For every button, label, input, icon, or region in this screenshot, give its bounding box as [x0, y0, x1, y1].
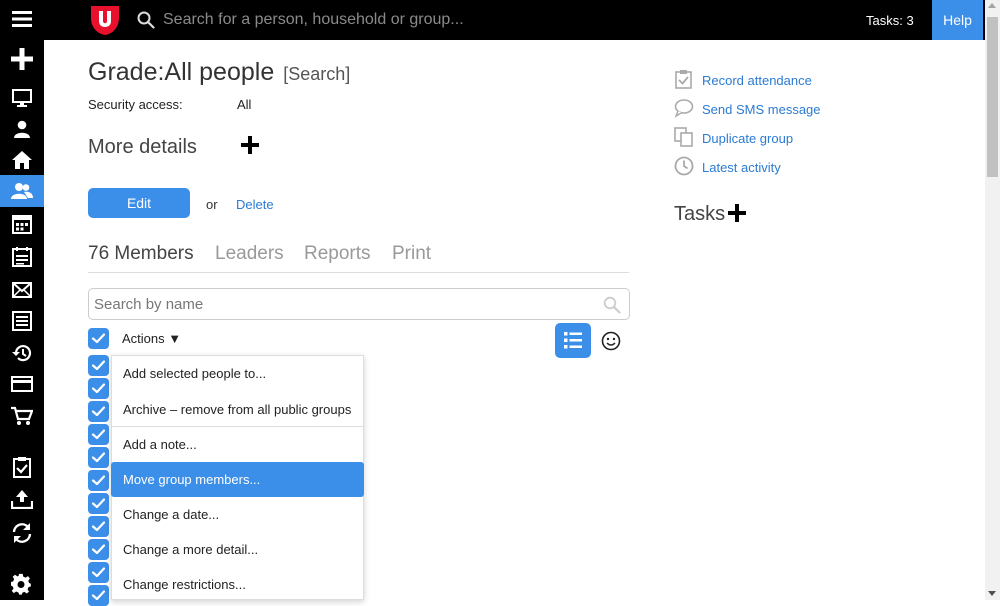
- member-checkbox[interactable]: [88, 447, 109, 468]
- member-search-placeholder: Search by name: [94, 296, 204, 313]
- scroll-thumb[interactable]: [987, 17, 998, 177]
- member-checkbox[interactable]: [88, 585, 109, 606]
- speech-bubble-icon: [674, 99, 694, 118]
- security-access-value: All: [237, 97, 252, 112]
- member-checkbox[interactable]: [88, 355, 109, 376]
- card-icon[interactable]: [10, 372, 34, 396]
- add-more-details-icon[interactable]: [241, 136, 261, 156]
- page-scrollbar[interactable]: [985, 0, 1000, 600]
- send-sms-link[interactable]: Send SMS message: [702, 102, 821, 117]
- add-icon[interactable]: [10, 47, 34, 71]
- or-separator: or: [206, 197, 218, 212]
- member-checkbox[interactable]: [88, 378, 109, 399]
- clock-icon: [674, 156, 694, 176]
- duplicate-group-link[interactable]: Duplicate group: [702, 131, 793, 146]
- menu-item-change-restrictions[interactable]: Change restrictions...: [112, 567, 363, 602]
- sidebar: [0, 0, 44, 600]
- list-icon: [564, 332, 582, 349]
- upload-icon[interactable]: [10, 487, 34, 511]
- group-title: Grade:All people: [88, 58, 275, 86]
- member-checkbox[interactable]: [88, 493, 109, 514]
- tab-print[interactable]: Print: [392, 243, 431, 265]
- member-checkbox[interactable]: [88, 562, 109, 583]
- help-button[interactable]: Help: [932, 0, 983, 40]
- settings-icon[interactable]: [10, 572, 34, 596]
- clipboard-check-icon: [675, 70, 692, 89]
- agenda-icon[interactable]: [10, 245, 34, 269]
- actions-dropdown-menu: Add selected people to... Archive – remo…: [111, 355, 364, 600]
- page-title: Grade:All people [Search]: [88, 58, 350, 87]
- list-view-button[interactable]: [555, 323, 591, 358]
- mail-icon[interactable]: [10, 278, 34, 302]
- group-tabs: 76 Members Leaders Reports Print: [88, 243, 629, 273]
- cart-icon[interactable]: [10, 404, 34, 428]
- menu-item-archive[interactable]: Archive – remove from all public groups: [112, 392, 363, 427]
- menu-item-change-detail[interactable]: Change a more detail...: [112, 532, 363, 567]
- select-all-checkbox[interactable]: [88, 328, 109, 349]
- tab-members[interactable]: 76 Members: [88, 243, 194, 265]
- member-checkbox[interactable]: [88, 401, 109, 422]
- search-icon[interactable]: [137, 11, 155, 29]
- calendar-icon[interactable]: [10, 212, 34, 236]
- menu-item-add-note[interactable]: Add a note...: [112, 427, 363, 462]
- people-icon[interactable]: [10, 179, 34, 203]
- member-checkbox[interactable]: [88, 539, 109, 560]
- member-checkbox[interactable]: [88, 424, 109, 445]
- top-bar: Search for a person, household or group.…: [0, 0, 985, 40]
- delete-link[interactable]: Delete: [236, 197, 274, 212]
- monitor-icon[interactable]: [10, 86, 34, 110]
- search-icon: [603, 296, 621, 314]
- logo[interactable]: [88, 4, 122, 36]
- person-icon[interactable]: [10, 117, 34, 141]
- tab-leaders[interactable]: Leaders: [215, 243, 284, 265]
- security-access-label: Security access:: [88, 97, 183, 112]
- edit-button[interactable]: Edit: [88, 188, 190, 218]
- title-search-link[interactable]: [Search]: [283, 64, 350, 84]
- actions-menu-toggle[interactable]: Actions ▼: [122, 331, 181, 346]
- record-attendance-link[interactable]: Record attendance: [702, 73, 812, 88]
- add-task-icon[interactable]: [728, 204, 748, 224]
- menu-item-add-selected[interactable]: Add selected people to...: [112, 356, 363, 391]
- table-icon[interactable]: [10, 309, 34, 333]
- sync-icon[interactable]: [10, 521, 34, 545]
- global-search-input[interactable]: Search for a person, household or group.…: [163, 11, 464, 29]
- home-icon[interactable]: [10, 148, 34, 172]
- clipboard-check-icon[interactable]: [10, 455, 34, 479]
- history-icon[interactable]: [10, 341, 34, 365]
- scroll-up-arrow-icon[interactable]: [988, 3, 996, 8]
- latest-activity-link[interactable]: Latest activity: [702, 160, 781, 175]
- menu-icon[interactable]: [10, 7, 34, 31]
- member-search-field[interactable]: Search by name: [88, 288, 630, 320]
- tab-reports[interactable]: Reports: [304, 243, 371, 265]
- tasks-heading: Tasks: [674, 203, 726, 225]
- scroll-down-arrow-icon[interactable]: [988, 591, 996, 596]
- menu-item-move-members[interactable]: Move group members...: [111, 462, 364, 497]
- member-checkbox[interactable]: [88, 470, 109, 491]
- smiley-view-icon[interactable]: [601, 331, 621, 351]
- more-details-heading: More details: [88, 136, 197, 158]
- member-checkbox[interactable]: [88, 516, 109, 537]
- tasks-count-link[interactable]: Tasks: 3: [866, 13, 914, 28]
- copy-icon: [674, 127, 693, 147]
- menu-item-change-date[interactable]: Change a date...: [112, 497, 363, 532]
